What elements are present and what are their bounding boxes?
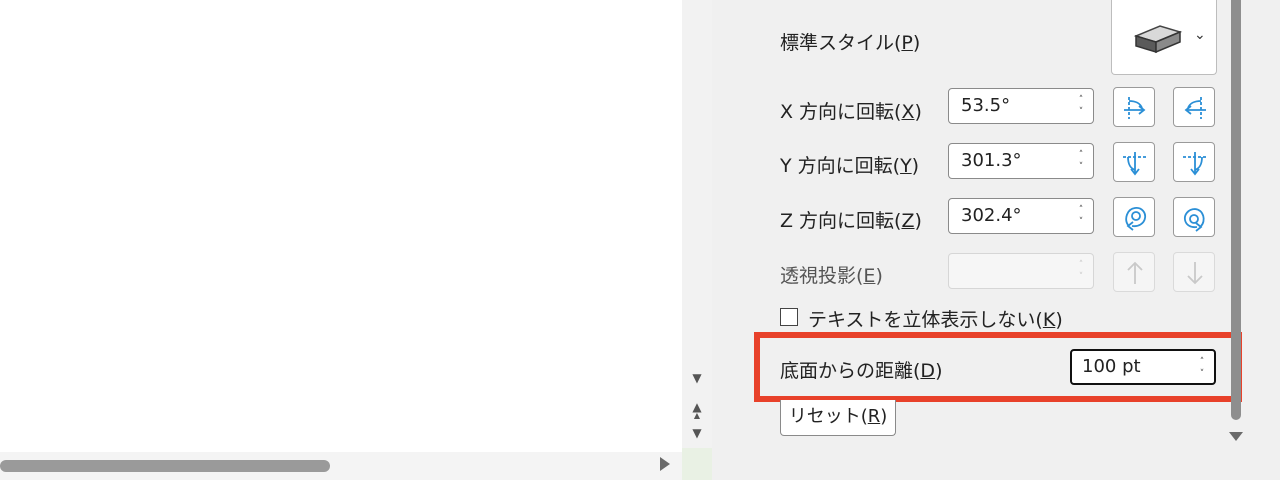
- preset-label: 標準スタイル(P): [780, 32, 921, 54]
- rotation-x-label: X 方向に回転(X): [780, 101, 922, 123]
- pane-scroll-down-icon[interactable]: [1229, 432, 1243, 441]
- rotate-clockwise-button[interactable]: [1173, 197, 1215, 237]
- spin-up-icon: ˄: [1078, 260, 1084, 270]
- reset-button[interactable]: リセット(R): [780, 400, 896, 436]
- pane-scroll-thumb[interactable]: [1231, 0, 1241, 420]
- arrow-up-icon: [1127, 261, 1143, 284]
- rotation-z-label: Z 方向に回転(Z): [780, 210, 922, 232]
- widen-perspective-button: [1173, 252, 1215, 292]
- rotate-counterclockwise-icon: [1125, 207, 1147, 231]
- rotation-z-input[interactable]: 302.4° ˄ ˅: [948, 198, 1094, 234]
- preset-dropdown[interactable]: ⌄: [1111, 0, 1217, 75]
- spin-down-icon: ˅: [1078, 272, 1084, 282]
- rotate-clockwise-icon: [1183, 208, 1205, 232]
- scroll-right-arrow-icon[interactable]: [660, 457, 670, 471]
- rotation-x-input[interactable]: 53.5° ˄ ˅: [948, 88, 1094, 124]
- keep-text-flat-label[interactable]: テキストを立体表示しない(K): [808, 305, 1063, 332]
- narrow-perspective-button: [1113, 252, 1155, 292]
- arrow-down-icon: [1187, 262, 1203, 285]
- spin-up-icon[interactable]: ˄: [1075, 149, 1087, 161]
- rotate-up-icon: [1123, 152, 1147, 176]
- spin-down-icon[interactable]: ˅: [1075, 216, 1087, 228]
- chevron-down-icon: ⌄: [1194, 27, 1206, 43]
- spin-down-icon[interactable]: ˅: [1196, 368, 1208, 380]
- distance-label: 底面からの距離(D): [780, 360, 943, 382]
- next-page-icon[interactable]: ▼: [688, 424, 706, 442]
- spin-up-icon[interactable]: ˄: [1075, 204, 1087, 216]
- perspective-input: ˄ ˅: [948, 253, 1094, 289]
- rotate-down-icon: [1183, 152, 1207, 176]
- rotate-right-button[interactable]: [1173, 87, 1215, 127]
- document-canvas[interactable]: [0, 0, 682, 452]
- perspective-label: 透視投影(E): [780, 265, 883, 287]
- spin-down-icon[interactable]: ˅: [1075, 106, 1087, 118]
- rotate-counterclockwise-button[interactable]: [1113, 197, 1155, 237]
- horizontal-scroll-thumb[interactable]: [0, 460, 330, 472]
- rotate-left-button[interactable]: [1113, 87, 1155, 127]
- status-corner: [682, 448, 712, 480]
- keep-text-flat-checkbox[interactable]: [780, 308, 798, 326]
- scroll-down-arrow-icon[interactable]: ▼: [688, 369, 706, 387]
- rotate-left-icon: [1124, 97, 1146, 119]
- format-3d-rotation-pane: 標準スタイル(P) ⌄ X 方向に回転(X) 53.5° ˄ ˅ Y 方向に回転…: [712, 0, 1280, 480]
- rotate-right-icon: [1184, 97, 1206, 119]
- rotate-down-button[interactable]: [1173, 142, 1215, 182]
- previous-page-icon-line: ▲: [693, 411, 701, 420]
- spin-up-icon[interactable]: ˄: [1075, 94, 1087, 106]
- rotate-up-button[interactable]: [1113, 142, 1155, 182]
- horizontal-scrollbar[interactable]: [0, 452, 682, 480]
- spin-down-icon[interactable]: ˅: [1075, 161, 1087, 173]
- 3d-block-icon: [1133, 25, 1183, 54]
- distance-from-ground-input[interactable]: 100 pt ˄ ˅: [1070, 349, 1216, 385]
- rotation-y-label: Y 方向に回転(Y): [780, 155, 920, 177]
- spin-up-icon[interactable]: ˄: [1196, 356, 1208, 368]
- rotation-y-input[interactable]: 301.3° ˄ ˅: [948, 143, 1094, 179]
